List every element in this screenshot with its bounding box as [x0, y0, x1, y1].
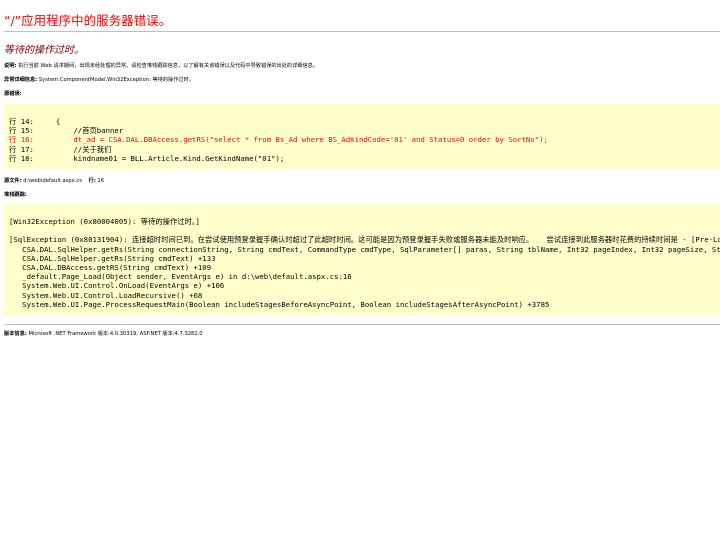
stack-trace-text: [Win32Exception (0x80004005): 等待的操作过时。] …: [9, 217, 720, 309]
exception-details-label: 异常详细信息:: [4, 77, 38, 83]
page-title: “/”应用程序中的服务器错误。: [4, 13, 172, 28]
source-line-error: 行 16: dt_ad = CSA.DAL.DBAccess.getRS("se…: [9, 135, 548, 145]
source-line-label: 行:: [88, 178, 96, 184]
source-line: 行 14: {: [9, 117, 61, 126]
source-file-line: 源文件: d:\web\default.aspx.cs 行: 16: [4, 177, 104, 184]
source-line: 行 18: kindname01 = BLL.Article.Kind.GetK…: [9, 153, 285, 163]
error-subtitle: 等待的操作过时。: [4, 45, 84, 56]
description-text: 执行当前 Web 请求期间，出现未经处理的异常。请检查堆栈跟踪信息，以了解有关该…: [16, 63, 319, 69]
exception-details-text: System.ComponentModel.Win32Exception: 等待…: [37, 77, 194, 83]
version-text: Microsoft .NET Framework 版本:4.0.30319; A…: [26, 331, 203, 337]
source-line: 行 17: //关于我们: [9, 144, 112, 154]
source-line: 行 15: //首页banner: [9, 126, 124, 136]
source-file-label: 源文件:: [4, 178, 22, 184]
source-error-heading: 源错误:: [4, 90, 22, 97]
source-error-label: 源错误:: [4, 91, 22, 97]
title-divider: [4, 31, 720, 32]
version-line: 版本信息: Microsoft .NET Framework 版本:4.0.30…: [4, 330, 203, 337]
stack-trace-heading: 堆栈跟踪:: [4, 191, 27, 198]
version-label: 版本信息:: [4, 331, 27, 337]
footer-divider: [4, 324, 720, 325]
source-line-value: 16: [95, 178, 105, 184]
stack-trace-box: [Win32Exception (0x80004005): 等待的操作过时。] …: [4, 204, 720, 316]
description-label: 说明:: [4, 63, 17, 69]
source-code: 行 14: { 行 15: //首页banner 行 16: dt_ad = C…: [4, 104, 720, 163]
exception-details-line: 异常详细信息: System.ComponentModel.Win32Excep…: [4, 76, 194, 83]
stack-trace-label: 堆栈跟踪:: [4, 192, 27, 198]
source-code-box: 行 14: { 行 15: //首页banner 行 16: dt_ad = C…: [4, 104, 720, 169]
source-file-path: d:\web\default.aspx.cs: [21, 178, 82, 184]
description-line: 说明: 执行当前 Web 请求期间，出现未经处理的异常。请检查堆栈跟踪信息，以了…: [4, 62, 318, 69]
